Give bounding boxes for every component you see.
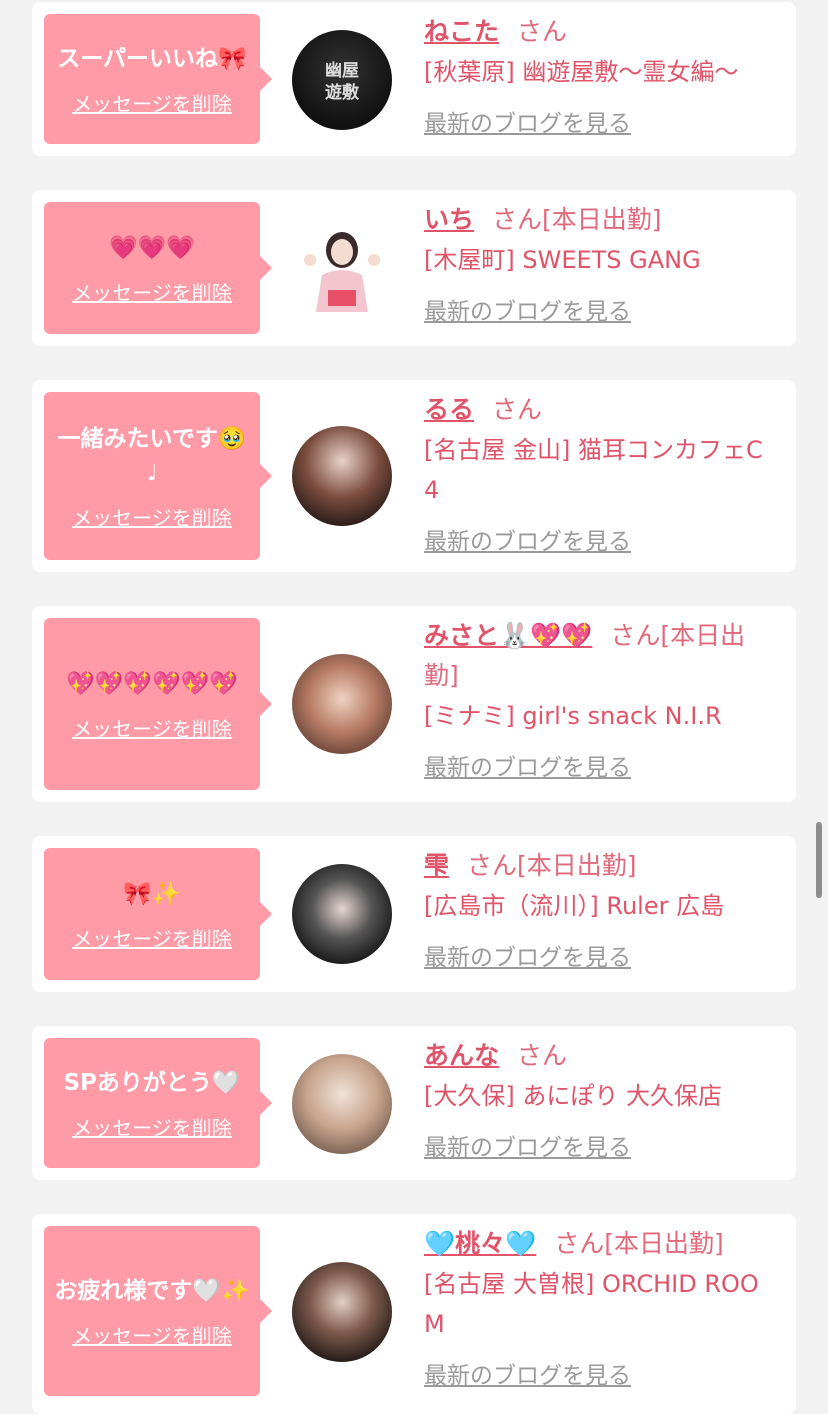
scrollbar[interactable]: [816, 822, 822, 898]
shop-name: [名古屋 金山] 猫耳コンカフェC4: [424, 436, 763, 504]
message-text: 💗💗💗: [109, 234, 195, 261]
latest-blog-link[interactable]: 最新のブログを見る: [424, 938, 631, 972]
work-status: [本日出勤]: [542, 205, 662, 234]
avatar[interactable]: [292, 426, 392, 526]
name-line: あんな さん: [424, 1036, 774, 1076]
message-bubble: 💗💗💗 メッセージを削除: [44, 202, 272, 334]
delete-message-link[interactable]: メッセージを削除: [72, 502, 232, 531]
message-card: 🎀✨ メッセージを削除 雫さん[本日出勤] [広島市（流川）] Ruler 広島最新の…: [32, 836, 796, 992]
latest-blog-link[interactable]: 最新のブログを見る: [424, 292, 631, 326]
message-card: お疲れ様です🤍✨ メッセージを削除 🩵桃々🩵 さん[本日出勤] [名古屋 大曽根] OR…: [32, 1214, 796, 1414]
latest-blog-link[interactable]: 最新のブログを見る: [424, 748, 631, 782]
cast-info: 🩵桃々🩵 さん[本日出勤] [名古屋 大曽根] ORCHID ROOM 最新のブログを…: [424, 1224, 774, 1390]
san-label: さん: [610, 621, 661, 650]
work-status: [本日出勤]: [517, 851, 637, 880]
work-status: [本日出勤]: [604, 1229, 724, 1258]
name-line: ねこた さん: [424, 12, 774, 52]
cast-info: みさと🐰💖💖 さん[本日出勤] [ミナミ] girl's snack N.I.R 最新…: [424, 616, 774, 782]
name-line: 🩵桃々🩵 さん[本日出勤]: [424, 1224, 774, 1264]
avatar[interactable]: [292, 654, 392, 754]
avatar[interactable]: [292, 1262, 392, 1362]
message-bubble: 一緒みたいです🥹♩ メッセージを削除: [44, 392, 272, 560]
name-line: いち さん[本日出勤]: [424, 200, 774, 240]
latest-blog-link[interactable]: 最新のブログを見る: [424, 522, 631, 556]
cast-name-link[interactable]: 雫: [424, 851, 449, 880]
message-card: 一緒みたいです🥹♩ メッセージを削除 るる さん [名古屋 金山] 猫耳コンカフェC4 最…: [32, 380, 796, 572]
san-label: さん: [492, 395, 543, 424]
message-bubble: お疲れ様です🤍✨ メッセージを削除: [44, 1226, 272, 1396]
shop-name: [ミナミ] girl's snack N.I.R: [424, 702, 722, 730]
delete-message-link[interactable]: メッセージを削除: [72, 1112, 232, 1141]
shop-name: [大久保] あにぽり 大久保店: [424, 1082, 722, 1110]
message-card: スーパーいいね🎀 メッセージを削除 幽屋 遊敷 ねこた さん [秋葉原] 幽遊屋敷〜霊女編…: [32, 2, 796, 156]
avatar[interactable]: [292, 220, 392, 320]
cast-name-link[interactable]: るる: [424, 395, 474, 424]
cast-info: るる さん [名古屋 金山] 猫耳コンカフェC4 最新のブログを見る: [424, 390, 774, 556]
shop-name: [秋葉原] 幽遊屋敷〜霊女編〜: [424, 58, 739, 86]
delete-message-link[interactable]: メッセージを削除: [72, 1320, 232, 1349]
cast-name-link[interactable]: ねこた: [424, 17, 499, 46]
message-text: SPありがとう🤍: [63, 1069, 241, 1096]
name-line: みさと🐰💖💖 さん[本日出勤]: [424, 616, 774, 696]
message-text: 🎀✨: [123, 880, 181, 907]
cast-name-link[interactable]: みさと🐰💖💖: [424, 621, 592, 650]
avatar-logo-text: 幽屋 遊敷: [325, 61, 359, 103]
delete-message-link[interactable]: メッセージを削除: [72, 923, 232, 952]
message-text: お疲れ様です🤍✨: [54, 1277, 250, 1304]
message-card: 💖💖💖💖💖💖 メッセージを削除 みさと🐰💖💖 さん[本日出勤] [ミナミ] girl's…: [32, 606, 796, 802]
message-bubble: 🎀✨ メッセージを削除: [44, 848, 272, 980]
shop-name: [木屋町] SWEETS GANG: [424, 246, 701, 274]
avatar[interactable]: [292, 864, 392, 964]
cast-info: いち さん[本日出勤] [木屋町] SWEETS GANG 最新のブログを見る: [424, 200, 774, 326]
san-label: さん: [517, 1041, 568, 1070]
message-text: 💖💖💖💖💖💖: [66, 670, 238, 697]
message-text: 一緒みたいです🥹♩: [57, 425, 247, 486]
san-label: さん: [492, 205, 543, 234]
message-text: スーパーいいね🎀: [57, 45, 247, 72]
cast-info: あんな さん [大久保] あにぽり 大久保店最新のブログを見る: [424, 1036, 774, 1162]
latest-blog-link[interactable]: 最新のブログを見る: [424, 1128, 631, 1162]
cast-name-link[interactable]: 🩵桃々🩵: [424, 1229, 536, 1258]
name-line: るる さん: [424, 390, 774, 430]
message-bubble: SPありがとう🤍 メッセージを削除: [44, 1038, 272, 1168]
san-label: さん: [467, 851, 518, 880]
message-card: 💗💗💗 メッセージを削除 いち さん[本日出勤] [木屋町] SWEETS GANG 最新…: [32, 190, 796, 346]
girl-cutout-icon: [304, 232, 380, 312]
message-bubble: 💖💖💖💖💖💖 メッセージを削除: [44, 618, 272, 790]
message-bubble: スーパーいいね🎀 メッセージを削除: [44, 14, 272, 144]
cast-name-link[interactable]: あんな: [424, 1041, 499, 1070]
latest-blog-link[interactable]: 最新のブログを見る: [424, 104, 631, 138]
latest-blog-link[interactable]: 最新のブログを見る: [424, 1356, 631, 1390]
avatar[interactable]: [292, 1054, 392, 1154]
name-line: 雫さん[本日出勤]: [424, 846, 774, 886]
delete-message-link[interactable]: メッセージを削除: [72, 277, 232, 306]
delete-message-link[interactable]: メッセージを削除: [72, 88, 232, 117]
san-label: さん: [554, 1229, 605, 1258]
delete-message-link[interactable]: メッセージを削除: [72, 713, 232, 742]
cast-name-link[interactable]: いち: [424, 205, 474, 234]
cast-info: 雫さん[本日出勤] [広島市（流川）] Ruler 広島最新のブログを見る: [424, 846, 774, 972]
cast-info: ねこた さん [秋葉原] 幽遊屋敷〜霊女編〜最新のブログを見る: [424, 12, 774, 138]
san-label: さん: [517, 17, 568, 46]
message-card: SPありがとう🤍 メッセージを削除 あんな さん [大久保] あにぽり 大久保店最新のブ…: [32, 1026, 796, 1180]
avatar[interactable]: 幽屋 遊敷: [292, 30, 392, 130]
shop-name: [広島市（流川）] Ruler 広島: [424, 892, 725, 920]
shop-name: [名古屋 大曽根] ORCHID ROOM: [424, 1270, 759, 1338]
